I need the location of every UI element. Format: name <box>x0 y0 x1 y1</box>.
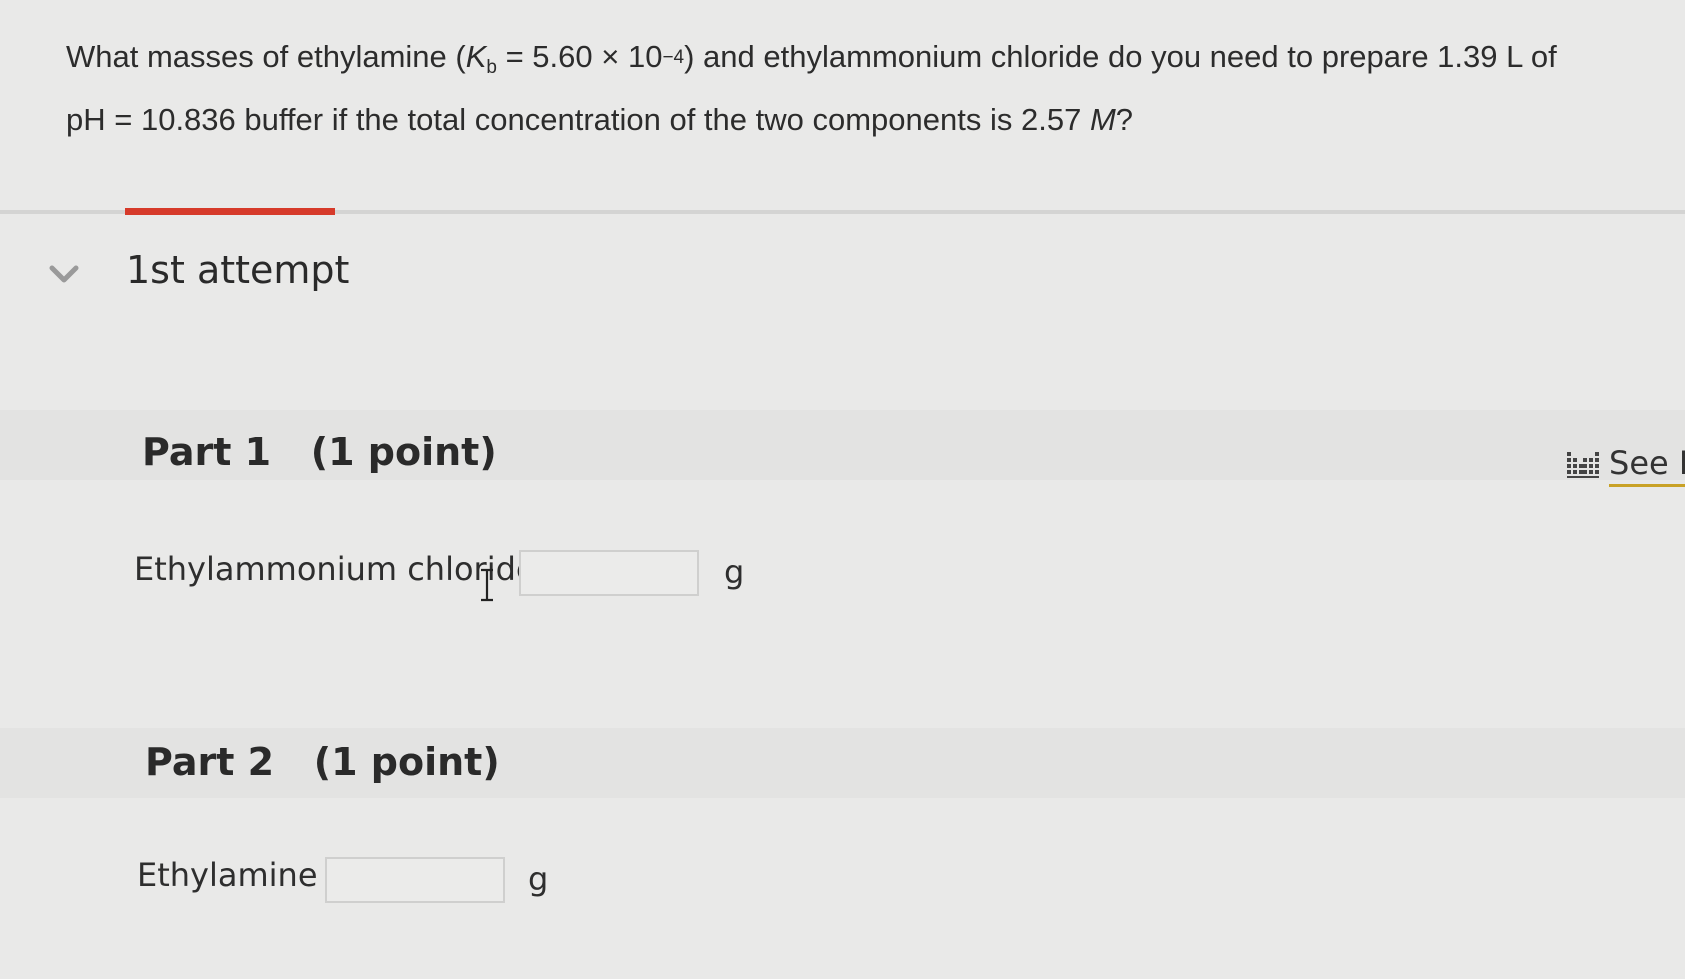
question-text-part1: What masses of ethylamine ( <box>66 39 466 74</box>
kb-value: = 5.60 × 10 <box>496 39 663 74</box>
text-cursor-icon <box>481 568 493 602</box>
question-text: What masses of ethylamine (Kb = 5.60 × 1… <box>66 28 1596 149</box>
molarity-unit: M <box>1089 102 1116 137</box>
attempt-title[interactable]: 1st attempt <box>126 248 349 292</box>
ethylammonium-chloride-label: Ethylammonium chloride <box>134 550 536 588</box>
assignment-page: What masses of ethylamine (Kb = 5.60 × 1… <box>0 0 1685 979</box>
question-mark: ? <box>1115 102 1134 137</box>
kb-symbol: K <box>465 39 487 74</box>
part1-title: Part 1 (1 point) <box>142 430 497 474</box>
part2-title: Part 2 (1 point) <box>145 740 500 784</box>
attempt-tab-indicator <box>125 208 335 215</box>
ethylammonium-chloride-unit: g <box>724 553 745 591</box>
ethylammonium-chloride-input[interactable] <box>519 550 699 596</box>
see-periodic-label[interactable]: See P <box>1609 444 1685 487</box>
ethylamine-unit: g <box>528 860 549 898</box>
ethylamine-input[interactable] <box>325 857 505 903</box>
see-periodic-table-link[interactable]: See P <box>1565 440 1685 490</box>
kb-exponent: −4 <box>662 47 685 68</box>
ethylamine-label: Ethylamine <box>137 856 318 894</box>
chevron-down-icon[interactable] <box>48 262 80 288</box>
periodic-table-icon <box>1567 452 1599 478</box>
kb-subscript: b <box>486 57 497 78</box>
